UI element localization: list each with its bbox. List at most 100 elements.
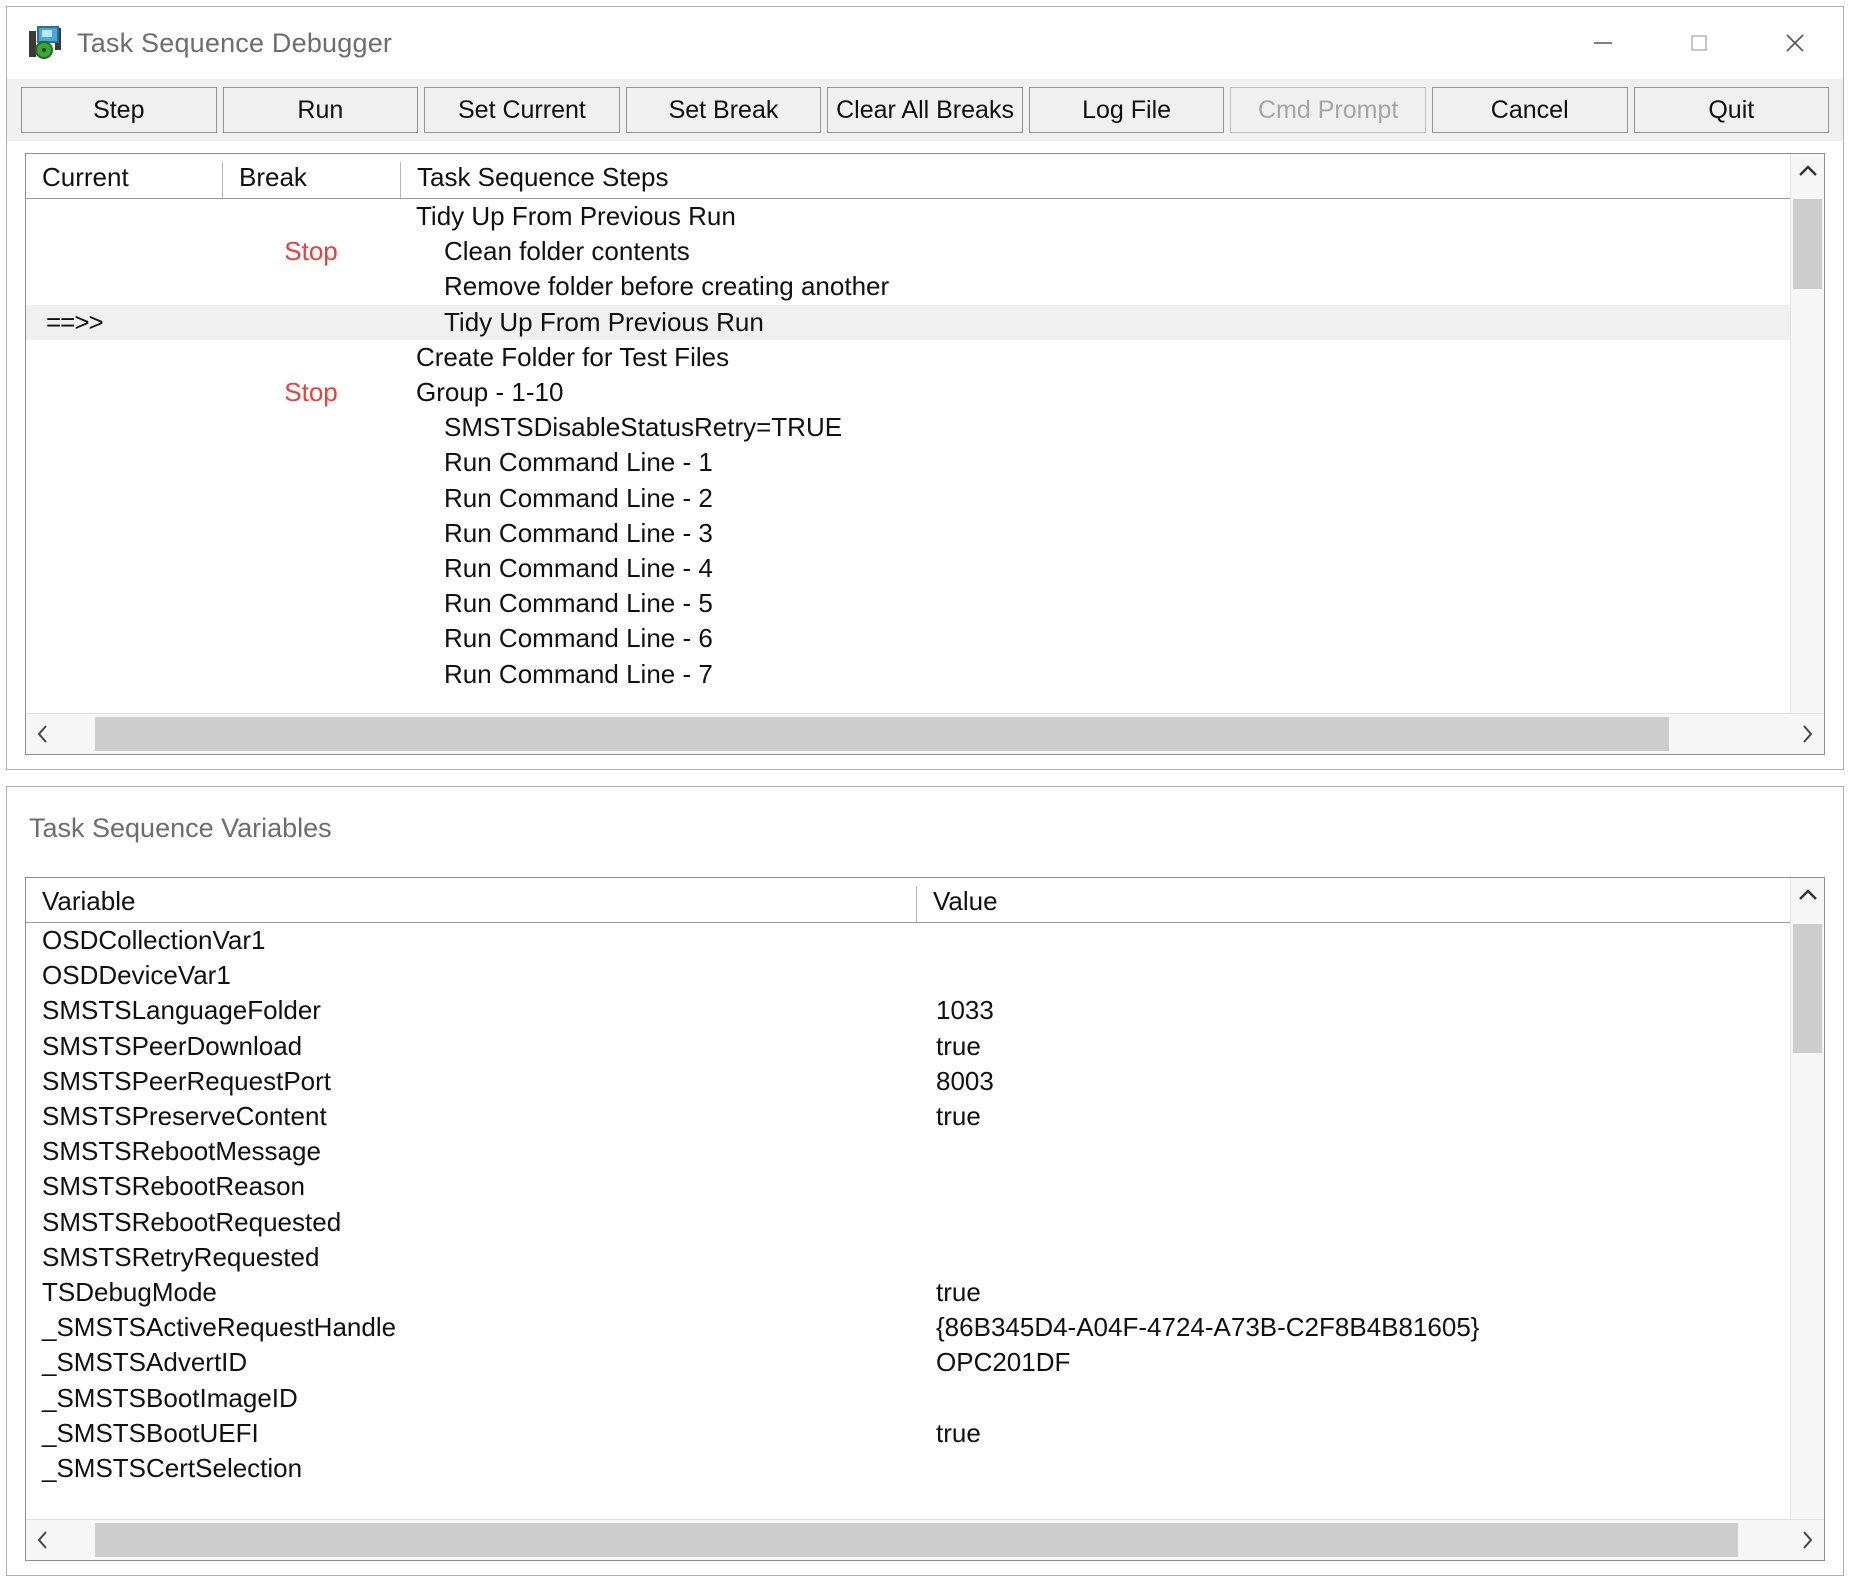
variable-name: _SMSTSAdvertID — [26, 1347, 916, 1378]
step-name: Clean folder contents — [400, 236, 1824, 267]
task-sequence-steps-panel: Current Break Task Sequence Steps Tidy U… — [25, 153, 1825, 755]
variable-row[interactable]: SMSTSRebootReason — [26, 1169, 1824, 1204]
variables-panel-title: Task Sequence Variables — [7, 787, 1843, 844]
variable-value: 1033 — [916, 995, 1824, 1026]
steps-vertical-scroll-thumb[interactable] — [1793, 199, 1822, 289]
step-row[interactable]: Create Folder for Test Files — [26, 340, 1824, 375]
variable-name: SMSTSRetryRequested — [26, 1242, 916, 1273]
variable-row[interactable]: _SMSTSAdvertIDOPC201DF — [26, 1345, 1824, 1380]
step-name: Tidy Up From Previous Run — [400, 307, 1824, 338]
variables-panel: Variable Value OSDCollectionVar1 OSDDevic… — [25, 877, 1825, 1561]
variable-row[interactable]: OSDCollectionVar1 — [26, 923, 1824, 958]
step-row[interactable]: StopGroup - 1-10 — [26, 375, 1824, 410]
variable-row[interactable]: SMSTSRebootRequested — [26, 1205, 1824, 1240]
set-current-button[interactable]: Set Current — [424, 87, 620, 133]
steps-column-header: Current Break Task Sequence Steps — [26, 154, 1824, 199]
step-name: Group - 1-10 — [400, 377, 1824, 408]
steps-vertical-scrollbar[interactable] — [1790, 154, 1824, 754]
cancel-button[interactable]: Cancel — [1432, 87, 1628, 133]
step-name: Run Command Line - 6 — [400, 623, 1824, 654]
column-header-break[interactable]: Break — [222, 162, 400, 198]
step-row[interactable]: StopClean folder contents — [26, 234, 1824, 269]
step-button[interactable]: Step — [21, 87, 217, 133]
column-header-current[interactable]: Current — [26, 162, 222, 198]
step-name: Tidy Up From Previous Run — [400, 201, 1824, 232]
variable-name: TSDebugMode — [26, 1277, 916, 1308]
step-break-marker: Stop — [222, 377, 400, 408]
chevron-right-icon[interactable] — [1790, 1520, 1824, 1560]
variable-name: OSDDeviceVar1 — [26, 960, 916, 991]
set-break-button[interactable]: Set Break — [626, 87, 822, 133]
variable-value: true — [916, 1031, 1824, 1062]
chevron-up-icon[interactable] — [1791, 878, 1824, 912]
variable-row[interactable]: _SMSTSBootImageID — [26, 1380, 1824, 1415]
variable-row[interactable]: SMSTSLanguageFolder1033 — [26, 993, 1824, 1028]
column-header-task-sequence-steps[interactable]: Task Sequence Steps — [400, 162, 1824, 198]
chevron-right-icon[interactable] — [1790, 714, 1824, 754]
maximize-icon[interactable] — [1651, 13, 1747, 73]
variable-row[interactable]: SMSTSPeerDownloadtrue — [26, 1029, 1824, 1064]
step-row[interactable]: Run Command Line - 5 — [26, 586, 1824, 621]
minimize-icon[interactable] — [1555, 13, 1651, 73]
step-name: SMSTSDisableStatusRetry=TRUE — [400, 412, 1824, 443]
variable-value: true — [916, 1101, 1824, 1132]
column-header-variable[interactable]: Variable — [26, 886, 916, 922]
variable-name: OSDCollectionVar1 — [26, 925, 916, 956]
variable-row[interactable]: _SMSTSBootUEFItrue — [26, 1416, 1824, 1451]
variables-vertical-scroll-thumb[interactable] — [1793, 924, 1822, 1053]
variables-horizontal-scroll-thumb[interactable] — [95, 1523, 1739, 1557]
variable-row[interactable]: SMSTSRetryRequested — [26, 1240, 1824, 1275]
close-icon[interactable] — [1747, 13, 1843, 73]
step-row[interactable]: Run Command Line - 2 — [26, 481, 1824, 516]
log-file-button[interactable]: Log File — [1029, 87, 1225, 133]
variable-row[interactable]: TSDebugModetrue — [26, 1275, 1824, 1310]
step-name: Create Folder for Test Files — [400, 342, 1824, 373]
step-row[interactable]: Run Command Line - 6 — [26, 621, 1824, 656]
variable-name: SMSTSRebootRequested — [26, 1207, 916, 1238]
cmd-prompt-button: Cmd Prompt — [1230, 87, 1426, 133]
step-row[interactable]: Remove folder before creating another — [26, 269, 1824, 304]
step-row[interactable]: Tidy Up From Previous Run — [26, 199, 1824, 234]
step-name: Run Command Line - 1 — [400, 447, 1824, 478]
variables-column-header: Variable Value — [26, 878, 1824, 923]
chevron-up-icon[interactable] — [1791, 154, 1824, 188]
steps-horizontal-scrollbar[interactable] — [26, 713, 1824, 754]
quit-button[interactable]: Quit — [1634, 87, 1830, 133]
title-bar: Task Sequence Debugger — [7, 7, 1843, 79]
toolbar: StepRunSet CurrentSet BreakClear All Bre… — [7, 79, 1843, 141]
variables-list: OSDCollectionVar1 OSDDeviceVar1SMSTSLangu… — [26, 923, 1824, 1486]
variable-name: _SMSTSBootUEFI — [26, 1418, 916, 1449]
step-name: Run Command Line - 5 — [400, 588, 1824, 619]
clear-all-breaks-button[interactable]: Clear All Breaks — [827, 87, 1023, 133]
step-row[interactable]: Run Command Line - 3 — [26, 516, 1824, 551]
step-row[interactable]: SMSTSDisableStatusRetry=TRUE — [26, 410, 1824, 445]
step-row[interactable]: ==>> Tidy Up From Previous Run — [26, 305, 1824, 340]
variable-row[interactable]: OSDDeviceVar1 — [26, 958, 1824, 993]
variable-row[interactable]: _SMSTSCertSelection — [26, 1451, 1824, 1486]
step-row[interactable]: Run Command Line - 7 — [26, 656, 1824, 691]
chevron-left-icon[interactable] — [26, 714, 60, 754]
steps-horizontal-scroll-thumb[interactable] — [95, 717, 1669, 751]
step-row[interactable]: Run Command Line - 4 — [26, 551, 1824, 586]
step-row[interactable]: Run Command Line - 1 — [26, 445, 1824, 480]
variable-value: OPC201DF — [916, 1347, 1824, 1378]
column-header-value[interactable]: Value — [916, 886, 1824, 922]
variable-name: SMSTSRebootMessage — [26, 1136, 916, 1167]
chevron-left-icon[interactable] — [26, 1520, 60, 1560]
variable-name: _SMSTSCertSelection — [26, 1453, 916, 1484]
steps-list: Tidy Up From Previous RunStopClean folde… — [26, 199, 1824, 692]
step-current-marker: ==>> — [26, 307, 222, 338]
variable-row[interactable]: SMSTSRebootMessage — [26, 1134, 1824, 1169]
variables-vertical-scrollbar[interactable] — [1790, 878, 1824, 1560]
variable-row[interactable]: SMSTSPeerRequestPort8003 — [26, 1064, 1824, 1099]
variable-row[interactable]: _SMSTSActiveRequestHandle{86B345D4-A04F-… — [26, 1310, 1824, 1345]
variable-value: true — [916, 1418, 1824, 1449]
app-icon — [25, 23, 65, 63]
run-button[interactable]: Run — [223, 87, 419, 133]
window-title: Task Sequence Debugger — [77, 28, 392, 59]
variable-row[interactable]: SMSTSPreserveContenttrue — [26, 1099, 1824, 1134]
variable-name: SMSTSPeerRequestPort — [26, 1066, 916, 1097]
variable-name: _SMSTSActiveRequestHandle — [26, 1312, 916, 1343]
step-name: Run Command Line - 4 — [400, 553, 1824, 584]
variables-horizontal-scrollbar[interactable] — [26, 1519, 1824, 1560]
